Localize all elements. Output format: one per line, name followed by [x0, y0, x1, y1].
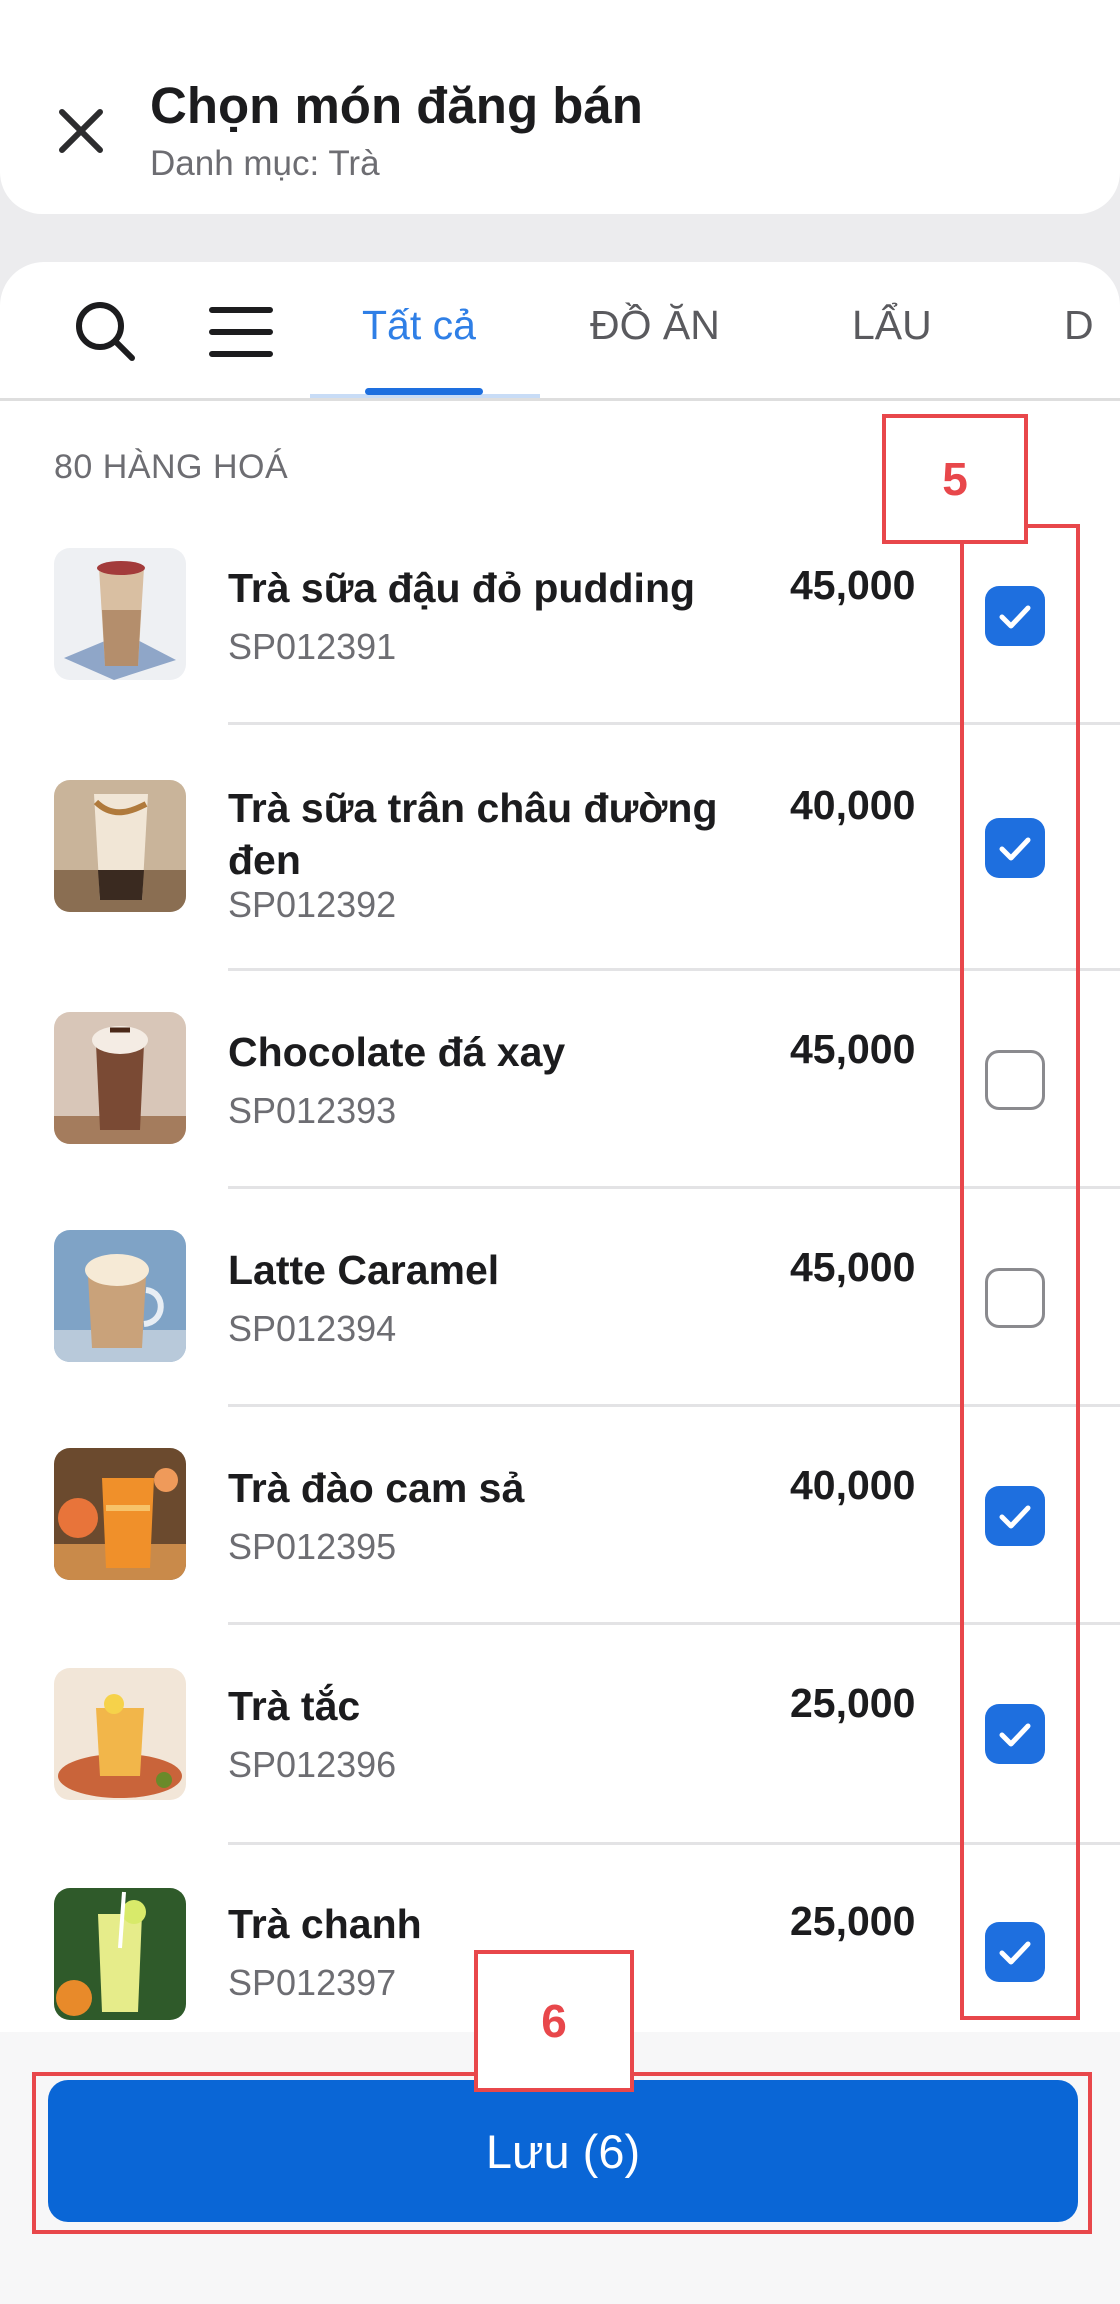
- product-name: Trà đào cam sả: [228, 1465, 525, 1511]
- product-code: SP012396: [228, 1744, 397, 1785]
- close-icon: [59, 109, 103, 153]
- header: Chọn món đăng bán Danh mục: Trà: [0, 0, 1120, 214]
- tab-do-an[interactable]: ĐỒ ĂN: [590, 302, 720, 398]
- product-image: [54, 548, 186, 680]
- product-price: 25,000: [790, 1898, 916, 1944]
- product-price: 40,000: [790, 1462, 916, 1508]
- menu-icon: [209, 307, 273, 357]
- product-price: 25,000: [790, 1680, 916, 1726]
- category-subtitle: Danh mục: Trà: [150, 144, 380, 183]
- product-price: 45,000: [790, 562, 916, 608]
- annotation-label-5: 5: [882, 414, 1028, 544]
- annotation-box-6: [32, 2072, 1092, 2234]
- product-code: SP012395: [228, 1526, 397, 1567]
- search-button[interactable]: [72, 298, 138, 364]
- product-name: Chocolate đá xay: [228, 1029, 566, 1075]
- product-price: 45,000: [790, 1026, 916, 1072]
- product-code: SP012393: [228, 1090, 397, 1131]
- product-price: 45,000: [790, 1244, 916, 1290]
- product-name: Latte Caramel: [228, 1247, 500, 1293]
- product-image: [54, 1448, 186, 1580]
- menu-button[interactable]: [208, 302, 274, 362]
- tab-more[interactable]: D: [1064, 302, 1094, 398]
- product-name: Trà tắc: [228, 1683, 361, 1729]
- product-image: [54, 1888, 186, 2020]
- tab-bar: Tất cả ĐỒ ĂN LẨU D: [0, 262, 1120, 401]
- annotation-label-6: 6: [474, 1950, 634, 2092]
- product-image: [54, 1012, 186, 1144]
- tab-lau[interactable]: LẨU: [852, 302, 932, 398]
- product-price: 40,000: [790, 782, 916, 828]
- product-code: SP012391: [228, 626, 397, 667]
- item-count: 80 HÀNG HOÁ: [54, 448, 289, 486]
- product-name: Trà sữa đậu đỏ pudding: [228, 565, 696, 611]
- product-image: [54, 1668, 186, 1800]
- search-icon: [76, 302, 135, 361]
- product-code: SP012394: [228, 1308, 397, 1349]
- tab-all[interactable]: Tất cả: [362, 302, 476, 398]
- product-code: SP012397: [228, 1962, 397, 2003]
- tab-indicator: [365, 388, 483, 395]
- product-image: [54, 780, 186, 912]
- page-title: Chọn món đăng bán: [150, 77, 643, 134]
- close-button[interactable]: [50, 100, 112, 162]
- product-code: SP012392: [228, 884, 397, 925]
- product-name: Trà sữa trân châu đường đen: [228, 785, 718, 883]
- product-name: Trà chanh: [228, 1901, 422, 1947]
- annotation-box-5: [960, 524, 1080, 2020]
- product-image: [54, 1230, 186, 1362]
